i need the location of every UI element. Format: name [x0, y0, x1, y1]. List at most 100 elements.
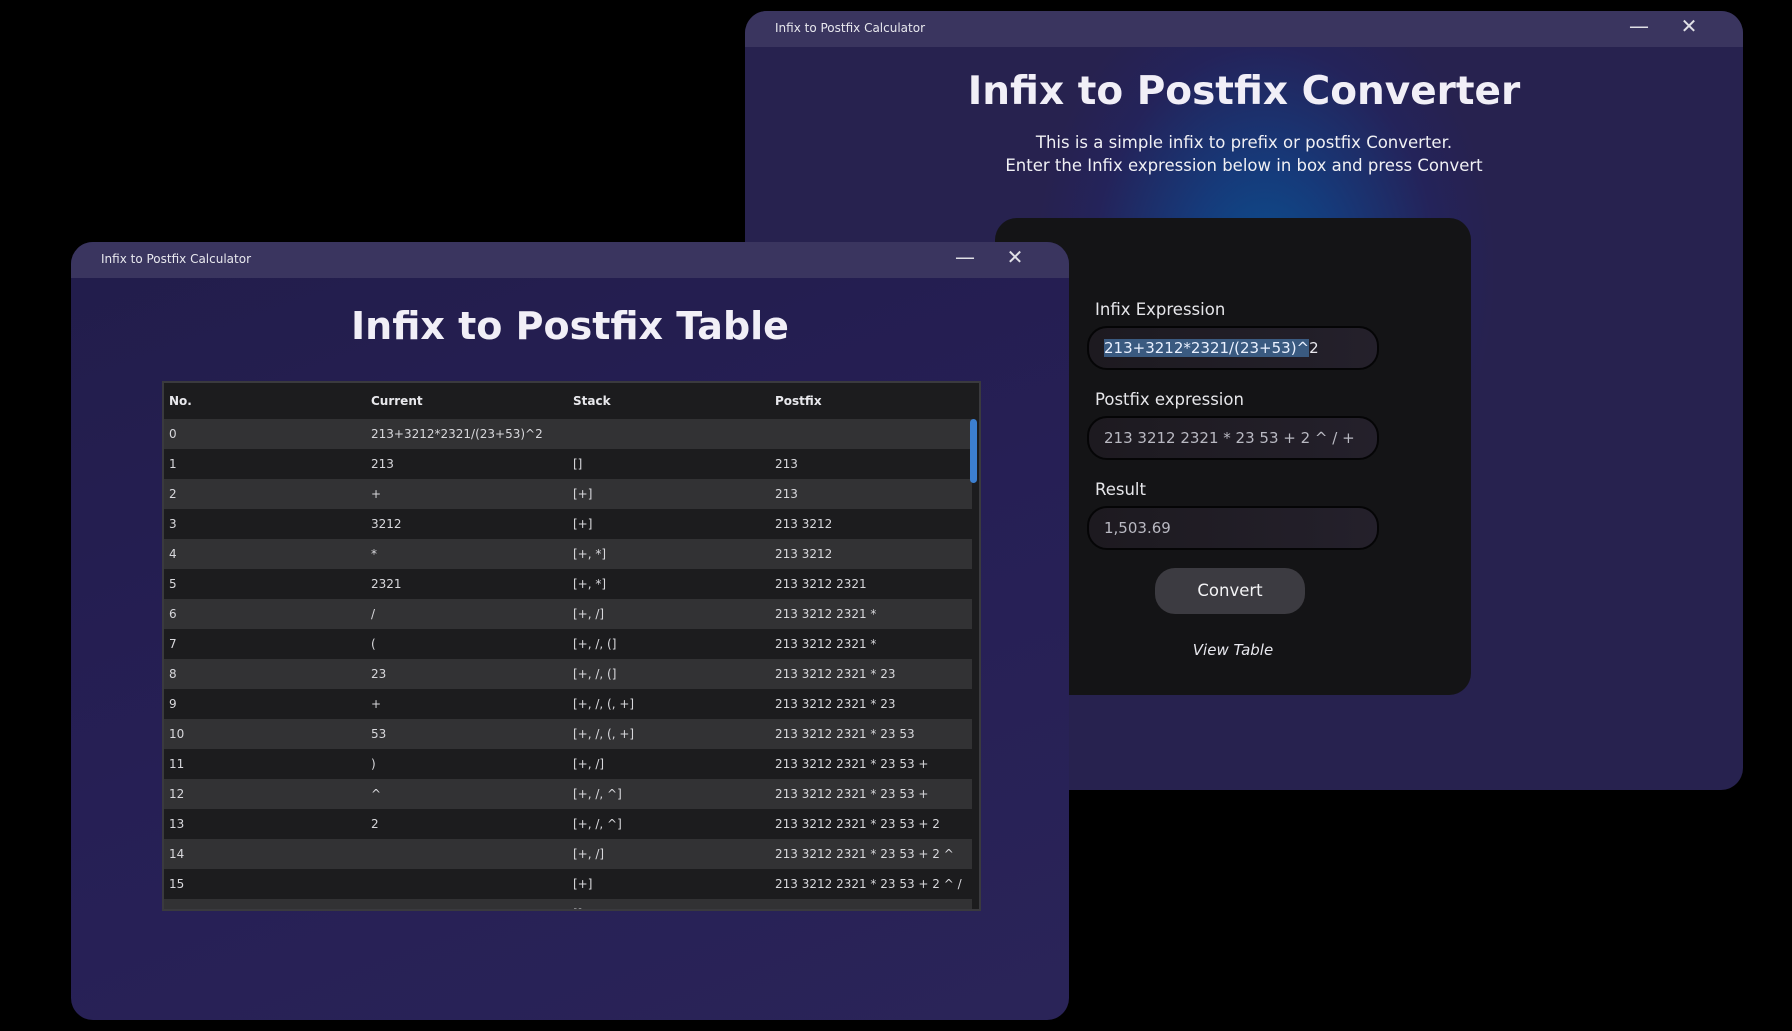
infix-label: Infix Expression: [1095, 300, 1226, 319]
table-row[interactable]: 16 []213 3212 2321 * 23 53 + 2 ^ / +: [164, 899, 972, 909]
table-row[interactable]: 6 / [+, /] 213 3212 2321 *: [164, 599, 972, 629]
cell-postfix: 213 3212 2321 * 23 53 +: [775, 757, 929, 771]
cell-stack: [+, *]: [573, 547, 607, 561]
cell-stack: [+]: [573, 877, 593, 891]
table-row[interactable]: 3 3212 [+] 213 3212: [164, 509, 972, 539]
cell-current: ): [371, 757, 376, 771]
column-header-no[interactable]: No.: [164, 394, 366, 408]
cell-stack: [+, /, ^]: [573, 787, 622, 801]
table-row[interactable]: 0 213+3212*2321/(23+53)^2: [164, 419, 972, 449]
table-row[interactable]: 9 + [+, /, (, +] 213 3212 2321 * 23: [164, 689, 972, 719]
cell-postfix: 213: [775, 457, 798, 471]
cell-stack: [+, *]: [573, 577, 607, 591]
cell-no: 14: [169, 847, 185, 861]
cell-stack: []: [573, 457, 583, 471]
table-row[interactable]: 7 ( [+, /, (] 213 3212 2321 *: [164, 629, 972, 659]
cell-current: 2: [371, 817, 379, 831]
cell-stack: [+, /]: [573, 607, 605, 621]
postfix-label: Postfix expression: [1095, 390, 1244, 409]
cell-postfix: 213 3212 2321 *: [775, 607, 877, 621]
table-row[interactable]: 13 2 [+, /, ^] 213 3212 2321 * 23 53 + 2: [164, 809, 972, 839]
cell-postfix: 213 3212: [775, 547, 833, 561]
cell-no: 10: [169, 727, 185, 741]
cell-stack: [+, /, (]: [573, 667, 617, 681]
column-header-stack[interactable]: Stack: [568, 394, 770, 408]
column-header-postfix[interactable]: Postfix: [770, 394, 972, 408]
cell-postfix: 213 3212 2321 * 23 53 + 2 ^ /: [775, 877, 962, 891]
converter-titlebar[interactable]: Infix to Postfix Calculator — ✕: [745, 11, 1743, 47]
table-row[interactable]: 14 [+, /] 213 3212 2321 * 23 53 + 2 ^: [164, 839, 972, 869]
cell-no: 5: [169, 577, 177, 591]
postfix-output[interactable]: 213 3212 2321 * 23 53 + 2 ^ / +: [1087, 416, 1379, 460]
table-row[interactable]: 1 213 [] 213: [164, 449, 972, 479]
cell-current: (: [371, 637, 376, 651]
cell-current: 3212: [371, 517, 402, 531]
infix-input[interactable]: 213+3212*2321/(23+53)^2: [1087, 326, 1379, 370]
cell-no: 6: [169, 607, 177, 621]
cell-no: 15: [169, 877, 185, 891]
cell-postfix: 213 3212 2321 *: [775, 637, 877, 651]
result-label: Result: [1095, 480, 1146, 499]
table-row[interactable]: 15 [+] 213 3212 2321 * 23 53 + 2 ^ /: [164, 869, 972, 899]
cell-no: 4: [169, 547, 177, 561]
cell-stack: [+, /, (]: [573, 637, 617, 651]
table-row[interactable]: 2 + [+] 213: [164, 479, 972, 509]
table-window: Infix to Postfix Calculator — ✕ Infix to…: [71, 242, 1069, 1020]
cell-no: 1: [169, 457, 177, 471]
cell-stack: [+, /]: [573, 757, 605, 771]
minimize-button[interactable]: —: [951, 244, 979, 272]
cell-current: 23: [371, 667, 387, 681]
description-line-1: This is a simple infix to prefix or post…: [1035, 133, 1453, 152]
cell-no: 11: [169, 757, 185, 771]
cell-no: 0: [169, 427, 177, 441]
cell-stack: [+]: [573, 487, 593, 501]
minimize-button[interactable]: —: [1625, 13, 1653, 41]
cell-stack: [+, /]: [573, 847, 605, 861]
table-header: No. Current Stack Postfix: [164, 383, 979, 419]
infix-rest-text: 2: [1309, 339, 1319, 357]
cell-current: *: [371, 547, 377, 561]
cell-current: 53: [371, 727, 387, 741]
cell-postfix: 213 3212 2321 * 23 53: [775, 727, 915, 741]
cell-postfix: 213 3212 2321 * 23 53 + 2 ^: [775, 847, 954, 861]
table-titlebar[interactable]: Infix to Postfix Calculator — ✕: [71, 242, 1069, 278]
scroll-thumb[interactable]: [970, 419, 977, 483]
table-row[interactable]: 5 2321 [+, *] 213 3212 2321: [164, 569, 972, 599]
result-output[interactable]: 1,503.69: [1087, 506, 1379, 550]
convert-button[interactable]: Convert: [1155, 568, 1305, 614]
page-title: Infix to Postfix Table: [351, 304, 789, 348]
cell-postfix: 213 3212 2321 * 23: [775, 697, 896, 711]
infix-selected-text: 213+3212*2321/(23+53)^: [1104, 339, 1310, 357]
cell-current: +: [371, 487, 382, 501]
cell-no: 8: [169, 667, 177, 681]
cell-no: 16: [164, 907, 366, 909]
cell-no: 2: [169, 487, 177, 501]
cell-postfix: 213 3212: [775, 517, 833, 531]
close-button[interactable]: ✕: [1001, 244, 1029, 272]
cell-no: 7: [169, 637, 177, 651]
cell-stack: [+, /, ^]: [573, 817, 622, 831]
cell-no: 9: [169, 697, 177, 711]
column-header-current[interactable]: Current: [366, 394, 568, 408]
table-row[interactable]: 12 ^ [+, /, ^] 213 3212 2321 * 23 53 +: [164, 779, 972, 809]
table-row[interactable]: 10 53 [+, /, (, +] 213 3212 2321 * 23 53: [164, 719, 972, 749]
cell-no: 3: [169, 517, 177, 531]
cell-current: 213+3212*2321/(23+53)^2: [371, 427, 543, 441]
cell-stack: [+, /, (, +]: [573, 727, 635, 741]
cell-postfix: 213: [775, 487, 798, 501]
table-row[interactable]: 4 * [+, *] 213 3212: [164, 539, 972, 569]
cell-current: 2321: [371, 577, 402, 591]
close-button[interactable]: ✕: [1675, 13, 1703, 41]
cell-current: ^: [371, 787, 382, 801]
cell-postfix: 213 3212 2321 * 23 53 +: [775, 787, 929, 801]
vertical-scrollbar[interactable]: [970, 419, 977, 909]
page-title: Infix to Postfix Converter: [967, 69, 1521, 114]
cell-current: 213: [371, 457, 394, 471]
description-line-2: Enter the Infix expression below in box …: [1005, 156, 1483, 175]
cell-postfix: 213 3212 2321 * 23: [775, 667, 896, 681]
table-row[interactable]: 11) [+, /] 213 3212 2321 * 23 53 +: [164, 749, 972, 779]
cell-no: 12: [169, 787, 185, 801]
cell-current: /: [371, 607, 376, 621]
cell-no: 13: [169, 817, 185, 831]
table-row[interactable]: 8 23 [+, /, (] 213 3212 2321 * 23: [164, 659, 972, 689]
